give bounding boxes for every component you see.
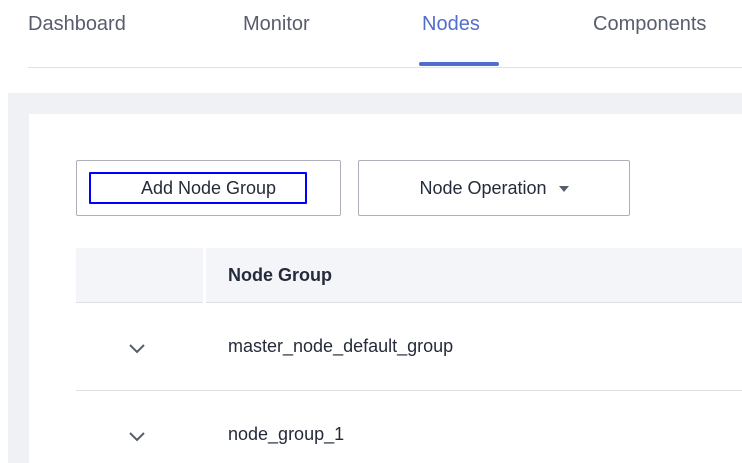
node-group-card: Add Node Group Node Operation Node Group	[29, 114, 742, 463]
caret-down-icon	[558, 186, 569, 192]
node-operation-label: Node Operation	[419, 177, 547, 198]
table-row: node_group_1	[76, 391, 742, 463]
chevron-down-icon[interactable]	[126, 425, 148, 447]
tab-dashboard[interactable]: Dashboard	[28, 13, 126, 36]
content-area: Add Node Group Node Operation Node Group	[8, 93, 742, 463]
column-header-node-group: Node Group	[228, 265, 332, 285]
tab-nodes[interactable]: Nodes	[422, 13, 480, 36]
tab-components[interactable]: Components	[593, 13, 706, 36]
table-header: Node Group	[76, 248, 742, 303]
active-tab-indicator	[419, 62, 499, 66]
add-node-group-button[interactable]: Add Node Group	[76, 160, 341, 216]
chevron-down-icon[interactable]	[126, 337, 148, 359]
nodes-page: Dashboard Monitor Nodes Components Add N…	[0, 0, 742, 463]
add-node-group-label: Add Node Group	[140, 177, 277, 198]
column-separator	[203, 248, 206, 303]
tab-monitor[interactable]: Monitor	[243, 13, 310, 36]
node-group-name: master_node_default_group	[228, 336, 454, 356]
node-operation-dropdown[interactable]: Node Operation	[358, 160, 630, 216]
table-row: master_node_default_group	[76, 303, 742, 391]
node-group-name: node_group_1	[228, 424, 345, 444]
tab-bar: Dashboard Monitor Nodes Components	[28, 0, 742, 68]
